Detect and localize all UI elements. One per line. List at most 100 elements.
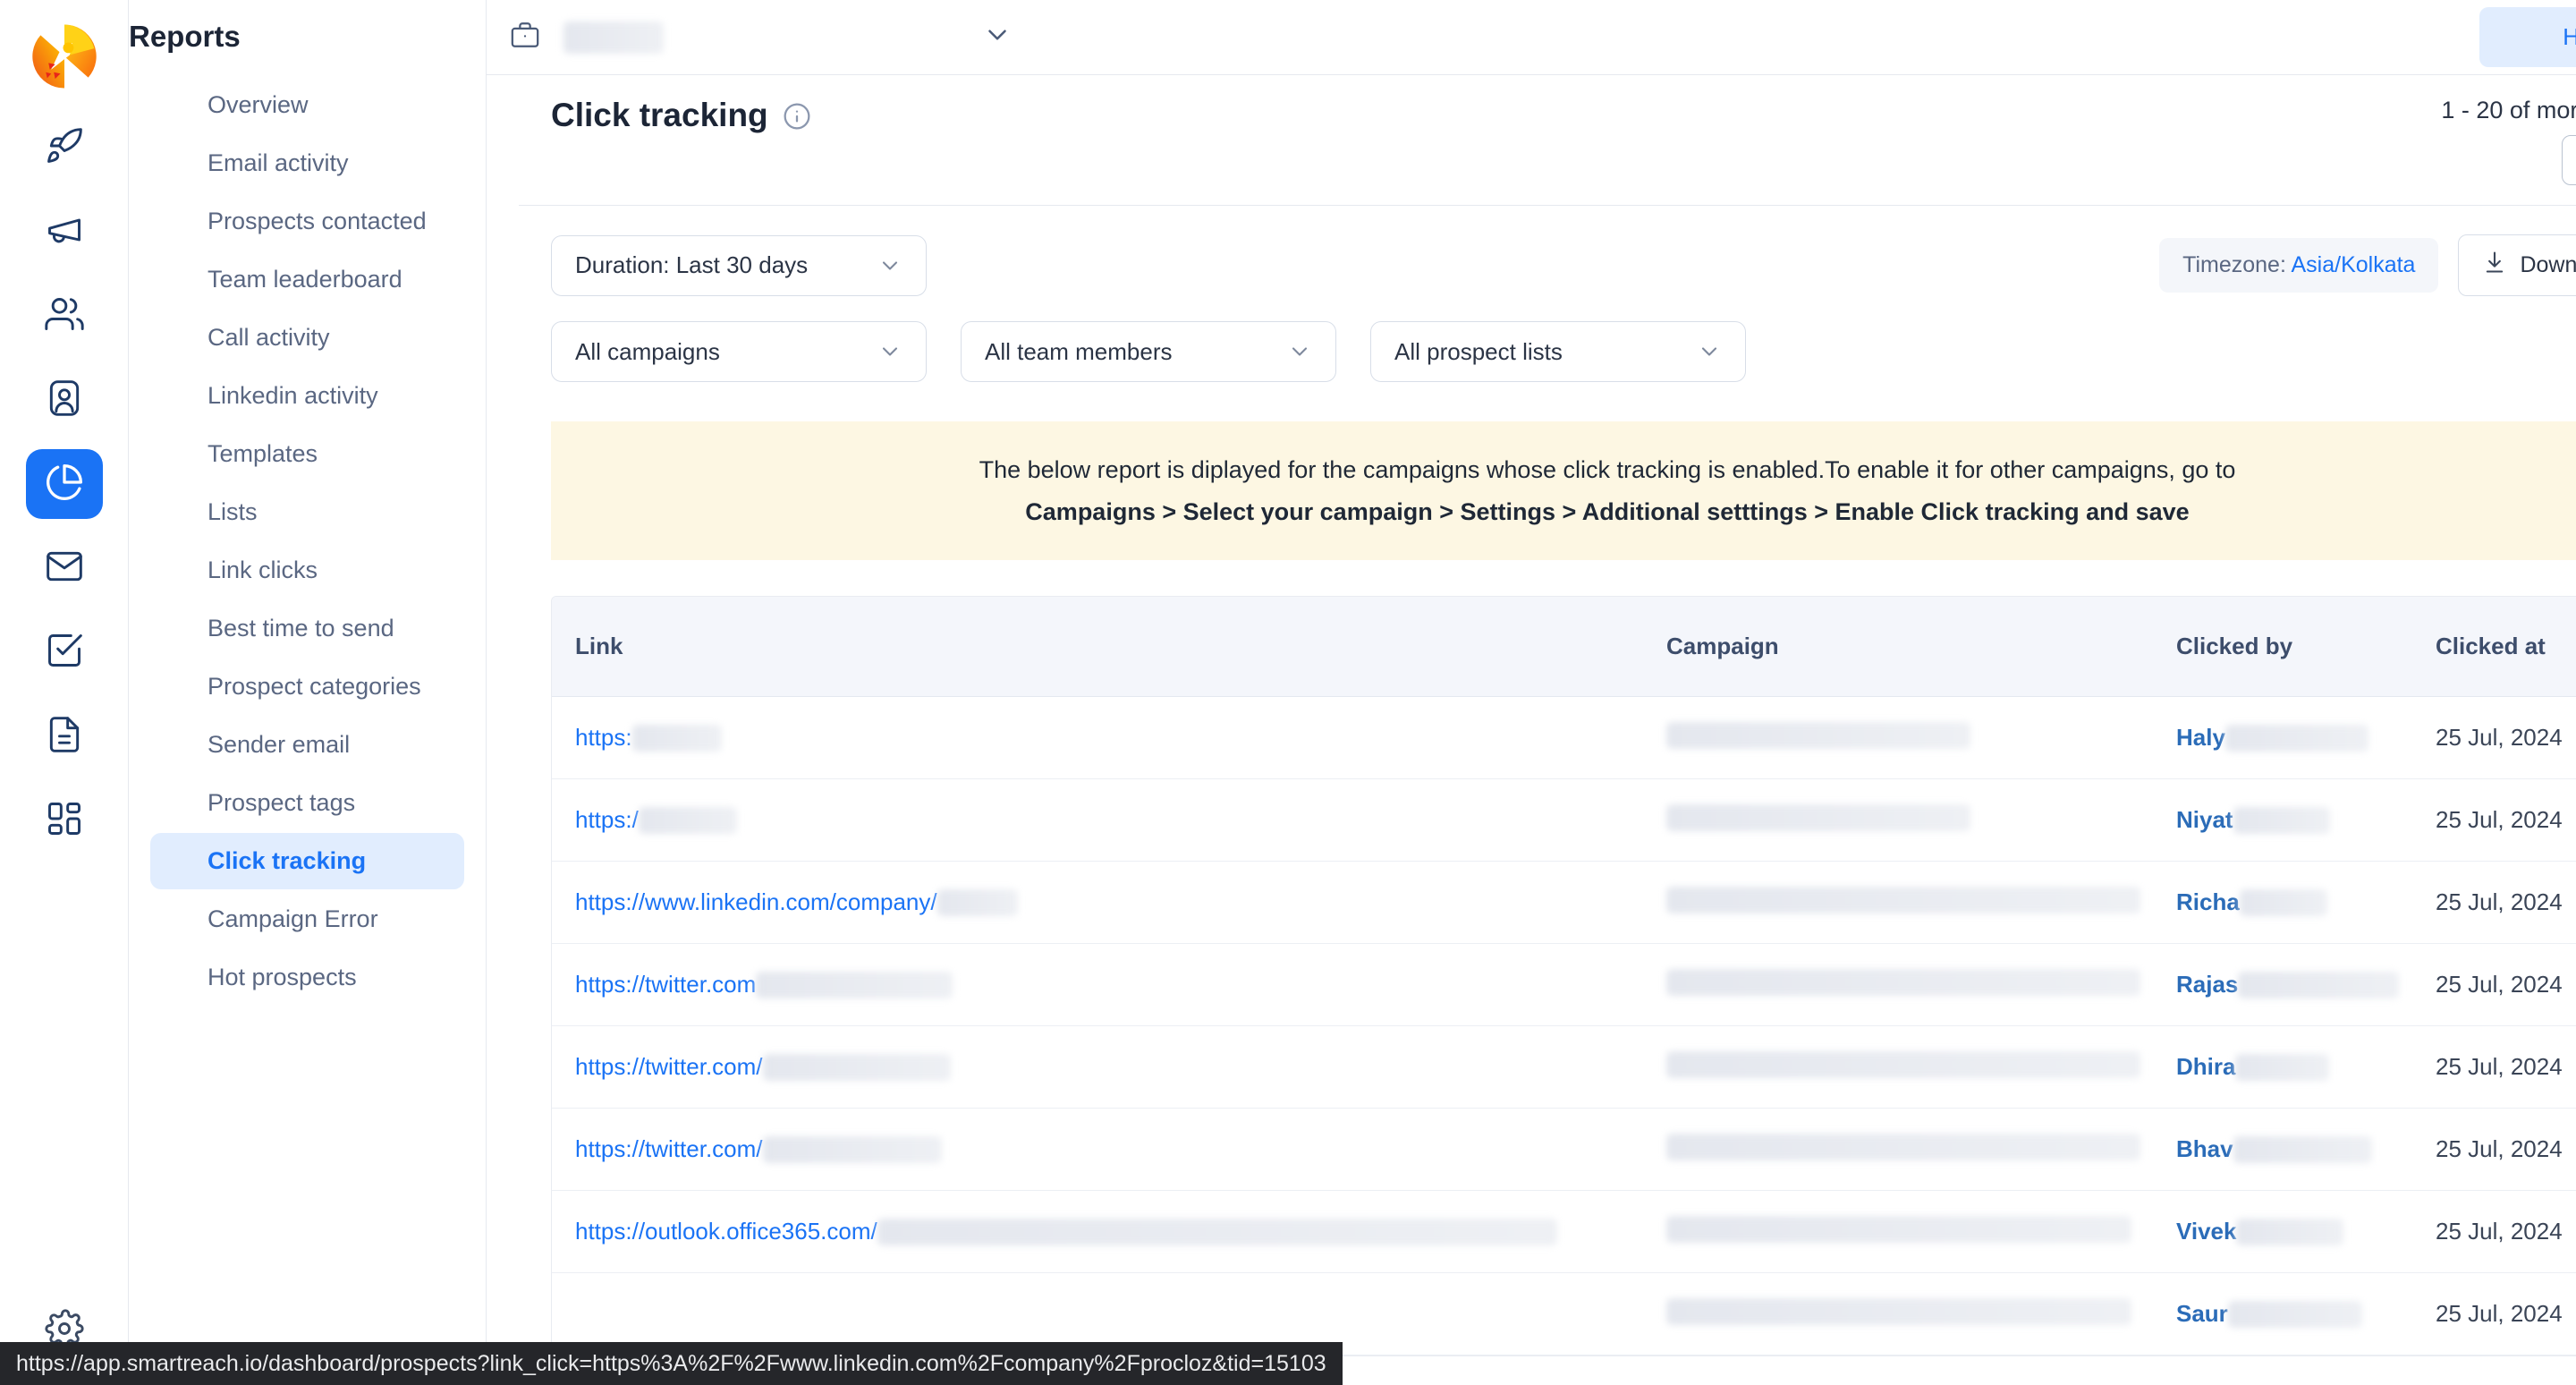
clicked-by-value[interactable]: Vivek <box>2176 1218 2412 1245</box>
cell-link: https:/ <box>552 778 1643 862</box>
link-redacted <box>756 971 953 998</box>
clicked-by-value[interactable]: Niyat <box>2176 806 2412 834</box>
cell-clicked-at: 25 Jul, 2024 <box>2412 861 2576 944</box>
link-value[interactable]: https://www.linkedin.com/company/ <box>575 888 1643 916</box>
sidebar-item-overview[interactable]: Overview <box>150 77 464 133</box>
sidebar-item-email-activity[interactable]: Email activity <box>150 135 464 191</box>
sidebar-item-prospects-contacted[interactable]: Prospects contacted <box>150 193 464 250</box>
link-visible-text[interactable]: https:/ <box>575 806 639 834</box>
rail-item-inbox[interactable] <box>26 533 103 603</box>
cell-campaign <box>1643 696 2153 779</box>
sidebar-item-sender-email[interactable]: Sender email <box>150 717 464 773</box>
sidebar-item-lists[interactable]: Lists <box>150 484 464 540</box>
clicked-by-visible-text[interactable]: Rajas <box>2176 971 2238 998</box>
cell-campaign <box>1643 861 2153 944</box>
cell-clicked-by: Richa <box>2153 861 2412 944</box>
column-header-clicked-by[interactable]: Clicked by <box>2153 597 2412 697</box>
cell-campaign <box>1643 1025 2153 1109</box>
notice-line-1: The below report is diplayed for the cam… <box>979 456 2236 483</box>
duration-select[interactable]: Duration: Last 30 days <box>551 234 927 296</box>
smartreach-rocket-logo[interactable] <box>31 23 97 89</box>
table-row: https://outlook.office365.com/Vivek 25 Ju… <box>552 1190 2576 1273</box>
prospect-lists-select[interactable]: All prospect lists <box>1370 321 1746 382</box>
sidebar-item-team-leaderboard[interactable]: Team leaderboard <box>150 251 464 308</box>
sidebar-item-campaign-error[interactable]: Campaign Error <box>150 891 464 947</box>
link-value[interactable]: https: <box>575 724 1643 752</box>
click-tracking-table-wrapper: Link Campaign Clicked by Clicked at http… <box>551 596 2576 1356</box>
link-value[interactable]: https://twitter.com <box>575 971 1643 998</box>
table-row: https:/ Niyat 25 Jul, 2024 <box>552 778 2576 862</box>
clicked-by-value[interactable]: Dhira <box>2176 1053 2412 1081</box>
sidebar-item-prospect-tags[interactable]: Prospect tags <box>150 775 464 831</box>
link-visible-text[interactable]: https://www.linkedin.com/company/ <box>575 888 937 916</box>
clicked-by-visible-text[interactable]: Haly <box>2176 724 2225 752</box>
clicked-by-value[interactable]: Haly <box>2176 724 2412 752</box>
column-header-campaign[interactable]: Campaign <box>1643 597 2153 697</box>
chevron-down-icon <box>1697 339 1722 364</box>
rail-item-prospects[interactable] <box>26 281 103 351</box>
link-visible-text[interactable]: https://twitter.com <box>575 971 756 998</box>
rail-item-tasks[interactable] <box>26 617 103 687</box>
cell-link: https: <box>552 696 1643 779</box>
table-row: https://twitter.com/Bhav 25 Jul, 2024 <box>552 1108 2576 1191</box>
clicked-by-visible-text[interactable]: Vivek <box>2176 1218 2236 1245</box>
top-bar: Help <box>487 0 2576 75</box>
link-value[interactable]: https://outlook.office365.com/ <box>575 1218 1643 1245</box>
team-members-select[interactable]: All team members <box>961 321 1336 382</box>
clicked-by-visible-text[interactable]: Richa <box>2176 888 2240 916</box>
cell-clicked-at: 25 Jul, 2024 <box>2412 1272 2576 1355</box>
sidebar-item-hot-prospects[interactable]: Hot prospects <box>150 949 464 1006</box>
workspace-selector[interactable] <box>487 20 1013 55</box>
help-label: Help <box>2563 23 2576 50</box>
sidebar-item-best-time-to-send[interactable]: Best time to send <box>150 600 464 657</box>
sidebar-item-click-tracking[interactable]: Click tracking <box>150 833 464 889</box>
link-value[interactable]: https://twitter.com/ <box>575 1135 1643 1163</box>
prev-page-button[interactable] <box>2562 135 2576 185</box>
column-header-link[interactable]: Link <box>552 597 1643 697</box>
info-icon[interactable] <box>783 101 811 130</box>
table-row: https://www.linkedin.com/company/Richa 25… <box>552 861 2576 944</box>
sidebar-item-prospect-categories[interactable]: Prospect categories <box>150 659 464 715</box>
reports-nav-list: Overview Email activity Prospects contacte… <box>129 77 486 1006</box>
table-header-row: Link Campaign Clicked by Clicked at <box>552 597 2576 697</box>
campaigns-select[interactable]: All campaigns <box>551 321 927 382</box>
clicked-by-value[interactable]: Rajas <box>2176 971 2412 998</box>
clicked-by-visible-text[interactable]: Dhira <box>2176 1053 2235 1081</box>
pagination-count: 1 - 20 of more than 200 <box>2441 97 2576 123</box>
link-visible-text[interactable]: https: <box>575 724 632 752</box>
sidebar-item-call-activity[interactable]: Call activity <box>150 310 464 366</box>
link-visible-text[interactable]: https://twitter.com/ <box>575 1135 763 1163</box>
timezone-value[interactable]: Asia/Kolkata <box>2292 252 2416 277</box>
column-header-clicked-at[interactable]: Clicked at <box>2412 597 2576 697</box>
pagination: 1 - 20 of more than 200 <box>2441 97 2576 185</box>
clicked-by-visible-text[interactable]: Bhav <box>2176 1135 2233 1163</box>
contact-card-icon <box>45 378 84 422</box>
cell-clicked-at: 25 Jul, 2024 <box>2412 778 2576 862</box>
cell-campaign <box>1643 943 2153 1026</box>
clicked-by-visible-text[interactable]: Niyat <box>2176 806 2233 834</box>
page-header: Click tracking 1 - 20 of more than 200 <box>519 75 2576 185</box>
sidebar-item-linkedin-activity[interactable]: Linkedin activity <box>150 368 464 424</box>
workspace-name-redacted <box>564 21 664 54</box>
sidebar-item-templates[interactable]: Templates <box>150 426 464 482</box>
rail-item-rocket[interactable] <box>26 113 103 183</box>
rail-item-templates[interactable] <box>26 701 103 771</box>
clicked-by-value[interactable]: Saur <box>2176 1300 2412 1328</box>
rail-item-contacts[interactable] <box>26 365 103 435</box>
rail-item-campaigns[interactable] <box>26 197 103 267</box>
chevron-down-icon[interactable] <box>982 20 1013 55</box>
campaign-redacted <box>1666 887 2140 913</box>
clicked-by-visible-text[interactable]: Saur <box>2176 1300 2228 1328</box>
rail-item-reports[interactable] <box>25 449 103 519</box>
link-visible-text[interactable]: https://twitter.com/ <box>575 1053 763 1081</box>
link-value[interactable]: https://twitter.com/ <box>575 1053 1643 1081</box>
rail-item-apps[interactable] <box>26 786 103 855</box>
link-value[interactable]: https:/ <box>575 806 1643 834</box>
clicked-by-value[interactable]: Bhav <box>2176 1135 2412 1163</box>
link-visible-text[interactable]: https://outlook.office365.com/ <box>575 1218 877 1245</box>
sidebar-item-link-clicks[interactable]: Link clicks <box>150 542 464 599</box>
help-button[interactable]: Help <box>2479 7 2576 67</box>
campaign-redacted <box>1666 1216 2131 1243</box>
download-csv-button[interactable]: Download CSV <box>2458 234 2576 296</box>
clicked-by-value[interactable]: Richa <box>2176 888 2412 916</box>
